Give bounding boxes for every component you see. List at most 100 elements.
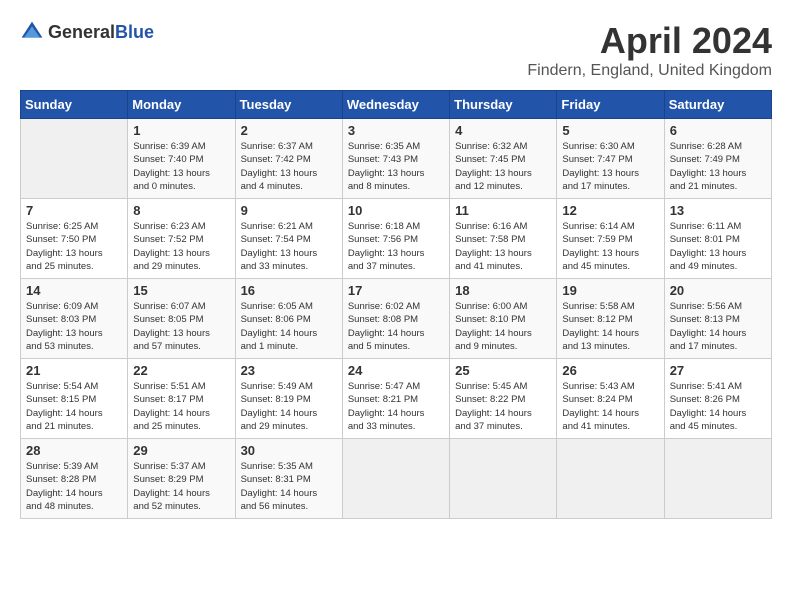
day-info: Sunrise: 6:37 AM Sunset: 7:42 PM Dayligh…: [241, 140, 337, 193]
day-number: 16: [241, 283, 337, 298]
day-info: Sunrise: 5:41 AM Sunset: 8:26 PM Dayligh…: [670, 380, 766, 433]
day-info: Sunrise: 6:35 AM Sunset: 7:43 PM Dayligh…: [348, 140, 444, 193]
calendar-cell: 21Sunrise: 5:54 AM Sunset: 8:15 PM Dayli…: [21, 359, 128, 439]
calendar-week-5: 28Sunrise: 5:39 AM Sunset: 8:28 PM Dayli…: [21, 439, 772, 519]
calendar-cell: 16 Sunrise: 6:05 AM Sunset: 8:06 PM Dayli…: [235, 279, 342, 359]
calendar-cell: 4 Sunrise: 6:32 AM Sunset: 7:45 PM Daylig…: [450, 119, 557, 199]
day-info: Sunrise: 6:18 AM Sunset: 7:56 PM Dayligh…: [348, 220, 444, 273]
day-number: 19: [562, 283, 658, 298]
day-info: Sunrise: 6:07 AM Sunset: 8:05 PM Dayligh…: [133, 300, 229, 353]
weekday-header-saturday: Saturday: [664, 91, 771, 119]
weekday-header-tuesday: Tuesday: [235, 91, 342, 119]
title-block: April 2024 Findern, England, United King…: [527, 20, 772, 80]
day-number: 27: [670, 363, 766, 378]
day-number: 25: [455, 363, 551, 378]
day-info: Sunrise: 6:21 AM Sunset: 7:54 PM Dayligh…: [241, 220, 337, 273]
calendar-cell: 3 Sunrise: 6:35 AM Sunset: 7:43 PM Daylig…: [342, 119, 449, 199]
day-number: 10: [348, 203, 444, 218]
day-number: 2: [241, 123, 337, 138]
day-info: Sunrise: 6:14 AM Sunset: 7:59 PM Dayligh…: [562, 220, 658, 273]
calendar-cell: 26Sunrise: 5:43 AM Sunset: 8:24 PM Dayli…: [557, 359, 664, 439]
calendar-cell: 29Sunrise: 5:37 AM Sunset: 8:29 PM Dayli…: [128, 439, 235, 519]
calendar-cell: 28Sunrise: 5:39 AM Sunset: 8:28 PM Dayli…: [21, 439, 128, 519]
calendar-week-3: 14Sunrise: 6:09 AM Sunset: 8:03 PM Dayli…: [21, 279, 772, 359]
day-number: 8: [133, 203, 229, 218]
weekday-header-thursday: Thursday: [450, 91, 557, 119]
day-info: Sunrise: 6:00 AM Sunset: 8:10 PM Dayligh…: [455, 300, 551, 353]
day-number: 23: [241, 363, 337, 378]
calendar-cell: 9Sunrise: 6:21 AM Sunset: 7:54 PM Daylig…: [235, 199, 342, 279]
weekday-header-wednesday: Wednesday: [342, 91, 449, 119]
calendar-cell: 12 Sunrise: 6:14 AM Sunset: 7:59 PM Dayli…: [557, 199, 664, 279]
calendar-cell: 13 Sunrise: 6:11 AM Sunset: 8:01 PM Dayli…: [664, 199, 771, 279]
calendar-cell: 2 Sunrise: 6:37 AM Sunset: 7:42 PM Daylig…: [235, 119, 342, 199]
day-info: Sunrise: 5:39 AM Sunset: 8:28 PM Dayligh…: [26, 460, 122, 513]
day-info: Sunrise: 5:35 AM Sunset: 8:31 PM Dayligh…: [241, 460, 337, 513]
day-info: Sunrise: 5:56 AM Sunset: 8:13 PM Dayligh…: [670, 300, 766, 353]
day-number: 21: [26, 363, 122, 378]
weekday-header-friday: Friday: [557, 91, 664, 119]
calendar-cell: [557, 439, 664, 519]
day-info: Sunrise: 5:51 AM Sunset: 8:17 PM Dayligh…: [133, 380, 229, 433]
calendar-cell: 17 Sunrise: 6:02 AM Sunset: 8:08 PM Dayli…: [342, 279, 449, 359]
day-number: 18: [455, 283, 551, 298]
calendar-cell: [342, 439, 449, 519]
location-title: Findern, England, United Kingdom: [527, 62, 772, 80]
day-info: Sunrise: 5:49 AM Sunset: 8:19 PM Dayligh…: [241, 380, 337, 433]
day-info: Sunrise: 6:28 AM Sunset: 7:49 PM Dayligh…: [670, 140, 766, 193]
calendar-cell: 20 Sunrise: 5:56 AM Sunset: 8:13 PM Dayli…: [664, 279, 771, 359]
day-number: 24: [348, 363, 444, 378]
day-number: 5: [562, 123, 658, 138]
day-info: Sunrise: 6:25 AM Sunset: 7:50 PM Dayligh…: [26, 220, 122, 273]
day-number: 6: [670, 123, 766, 138]
day-number: 15: [133, 283, 229, 298]
day-info: Sunrise: 5:58 AM Sunset: 8:12 PM Dayligh…: [562, 300, 658, 353]
calendar-cell: 23 Sunrise: 5:49 AM Sunset: 8:19 PM Dayli…: [235, 359, 342, 439]
calendar-cell: 15 Sunrise: 6:07 AM Sunset: 8:05 PM Dayli…: [128, 279, 235, 359]
calendar-week-1: 1 Sunrise: 6:39 AM Sunset: 7:40 PM Daylig…: [21, 119, 772, 199]
day-number: 30: [241, 443, 337, 458]
day-number: 13: [670, 203, 766, 218]
calendar-cell: 5 Sunrise: 6:30 AM Sunset: 7:47 PM Daylig…: [557, 119, 664, 199]
day-number: 17: [348, 283, 444, 298]
calendar-cell: 6 Sunrise: 6:28 AM Sunset: 7:49 PM Daylig…: [664, 119, 771, 199]
day-number: 12: [562, 203, 658, 218]
logo-icon: [20, 20, 44, 44]
logo-text: GeneralBlue: [48, 22, 154, 43]
calendar-cell: [450, 439, 557, 519]
calendar-cell: 19 Sunrise: 5:58 AM Sunset: 8:12 PM Dayli…: [557, 279, 664, 359]
weekday-header-sunday: Sunday: [21, 91, 128, 119]
day-number: 20: [670, 283, 766, 298]
day-info: Sunrise: 6:02 AM Sunset: 8:08 PM Dayligh…: [348, 300, 444, 353]
calendar-cell: 8Sunrise: 6:23 AM Sunset: 7:52 PM Daylig…: [128, 199, 235, 279]
calendar-header: SundayMondayTuesdayWednesdayThursdayFrid…: [21, 91, 772, 119]
calendar-cell: 11Sunrise: 6:16 AM Sunset: 7:58 PM Dayli…: [450, 199, 557, 279]
day-info: Sunrise: 6:32 AM Sunset: 7:45 PM Dayligh…: [455, 140, 551, 193]
calendar-body: 1 Sunrise: 6:39 AM Sunset: 7:40 PM Daylig…: [21, 119, 772, 519]
day-number: 22: [133, 363, 229, 378]
calendar-table: SundayMondayTuesdayWednesdayThursdayFrid…: [20, 90, 772, 519]
logo-general: General: [48, 22, 115, 42]
calendar-cell: 18 Sunrise: 6:00 AM Sunset: 8:10 PM Dayli…: [450, 279, 557, 359]
day-info: Sunrise: 6:30 AM Sunset: 7:47 PM Dayligh…: [562, 140, 658, 193]
calendar-cell: [664, 439, 771, 519]
day-info: Sunrise: 6:39 AM Sunset: 7:40 PM Dayligh…: [133, 140, 229, 193]
calendar-cell: 7Sunrise: 6:25 AM Sunset: 7:50 PM Daylig…: [21, 199, 128, 279]
day-info: Sunrise: 6:11 AM Sunset: 8:01 PM Dayligh…: [670, 220, 766, 273]
day-info: Sunrise: 6:05 AM Sunset: 8:06 PM Dayligh…: [241, 300, 337, 353]
day-number: 3: [348, 123, 444, 138]
day-info: Sunrise: 5:45 AM Sunset: 8:22 PM Dayligh…: [455, 380, 551, 433]
calendar-cell: 10 Sunrise: 6:18 AM Sunset: 7:56 PM Dayli…: [342, 199, 449, 279]
page-header: GeneralBlue April 2024 Findern, England,…: [20, 20, 772, 80]
day-info: Sunrise: 5:37 AM Sunset: 8:29 PM Dayligh…: [133, 460, 229, 513]
day-info: Sunrise: 5:47 AM Sunset: 8:21 PM Dayligh…: [348, 380, 444, 433]
weekday-row: SundayMondayTuesdayWednesdayThursdayFrid…: [21, 91, 772, 119]
calendar-cell: 22 Sunrise: 5:51 AM Sunset: 8:17 PM Dayli…: [128, 359, 235, 439]
day-number: 4: [455, 123, 551, 138]
logo: GeneralBlue: [20, 20, 154, 44]
day-number: 1: [133, 123, 229, 138]
day-number: 26: [562, 363, 658, 378]
calendar-cell: 25 Sunrise: 5:45 AM Sunset: 8:22 PM Dayli…: [450, 359, 557, 439]
calendar-week-4: 21Sunrise: 5:54 AM Sunset: 8:15 PM Dayli…: [21, 359, 772, 439]
calendar-cell: [21, 119, 128, 199]
